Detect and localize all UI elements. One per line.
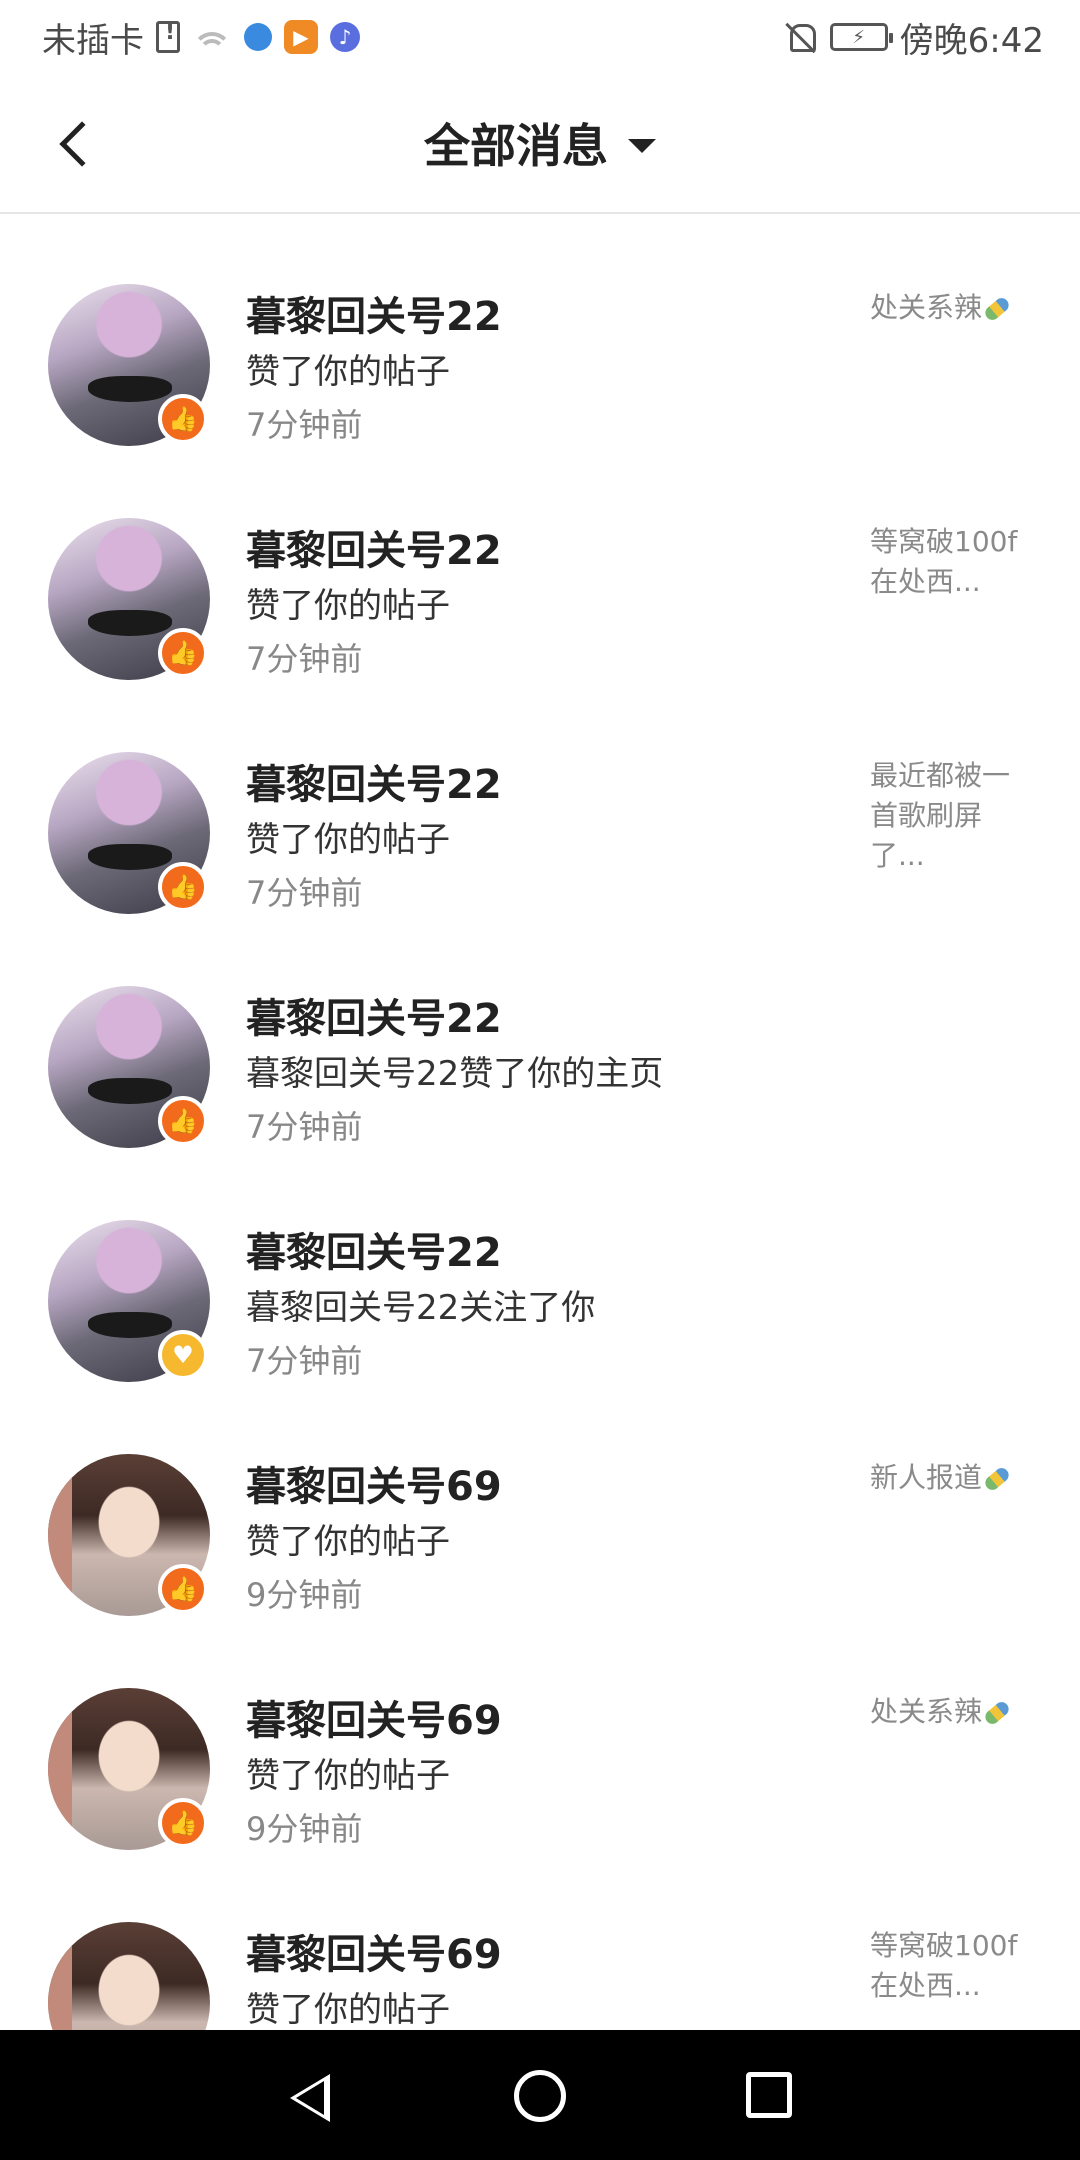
sim-alert-icon [156, 20, 180, 53]
thumbs-up-icon: 👍 [158, 394, 208, 444]
status-right: ⚡ 傍晚6:42 [784, 13, 1044, 62]
candy-icon [982, 1699, 1012, 1727]
circle-home-icon[interactable] [514, 2070, 566, 2122]
music-notification-icon: ♪ [330, 22, 360, 52]
referenced-post-preview[interactable]: 等窝破100f在处西... [870, 1926, 1030, 2006]
message-action-text: 赞了你的帖子 [246, 1522, 450, 1562]
message-sender-name[interactable]: 暮黎回关号22 [246, 986, 502, 1044]
triangle-back-icon[interactable] [290, 2074, 330, 2122]
back-button[interactable] [46, 112, 106, 176]
message-sender-name[interactable]: 暮黎回关号69 [246, 1454, 502, 1512]
battery-charging-icon: ⚡ [829, 23, 893, 51]
message-item[interactable]: 👍 暮黎回关号69 赞了你的帖子 9分钟前 新人报道 [0, 1386, 1080, 1620]
referenced-post-preview[interactable]: 处关系辣 [870, 288, 1030, 328]
message-action-text: 赞了你的帖子 [246, 1756, 450, 1796]
referenced-post-preview[interactable]: 处关系辣 [870, 1692, 1030, 1732]
message-action-text: 赞了你的帖子 [246, 820, 450, 860]
message-action-text: 暮黎回关号22赞了你的主页 [246, 1054, 664, 1094]
thumbs-up-icon: 👍 [158, 862, 208, 912]
message-timestamp: 7分钟前 [246, 1342, 363, 1380]
wifi-icon [192, 22, 232, 52]
message-item[interactable]: 👍 暮黎回关号22 暮黎回关号22赞了你的主页 7分钟前 [0, 918, 1080, 1152]
candy-icon [982, 1465, 1012, 1493]
message-sender-name[interactable]: 暮黎回关号69 [246, 1688, 502, 1746]
message-timestamp: 7分钟前 [246, 874, 363, 912]
message-item[interactable]: 👍 暮黎回关号69 赞了你的帖子 9分钟前 处关系辣 [0, 1620, 1080, 1854]
chevron-left-icon [59, 121, 105, 167]
referenced-post-preview[interactable]: 新人报道 [870, 1458, 1030, 1498]
message-item[interactable]: 👍暮黎回关号69赞了你的帖子等窝破100f在处西... [0, 1854, 1080, 2030]
message-item[interactable]: 👍 暮黎回关号22 赞了你的帖子 7分钟前 处关系辣 [0, 216, 1080, 450]
message-sender-name[interactable]: 暮黎回关号22 [246, 752, 502, 810]
referenced-post-text: 新人报道 [870, 1461, 983, 1494]
page-title: 全部消息 [424, 119, 608, 173]
referenced-post-text: 处关系辣 [870, 1695, 983, 1728]
thumbs-up-icon: 👍 [158, 1798, 208, 1848]
message-action-text: 赞了你的帖子 [246, 586, 450, 626]
message-sender-name[interactable]: 暮黎回关号22 [246, 1220, 502, 1278]
avatar[interactable] [48, 1922, 210, 2030]
system-nav-bar [0, 2030, 1080, 2160]
message-list: 👍 暮黎回关号22 赞了你的帖子 7分钟前 处关系辣 👍 暮黎回关号22 赞了你的帖子 7分钟前… [0, 216, 1080, 2030]
message-filter-dropdown[interactable]: 全部消息 [424, 110, 656, 176]
message-sender-name[interactable]: 暮黎回关号22 [246, 518, 502, 576]
thumbs-up-icon: 👍 [158, 1096, 208, 1146]
status-left: 未插卡 ▶ ♪ [42, 13, 360, 62]
status-bar: 未插卡 ▶ ♪ ⚡ 傍晚6:42 [0, 0, 1080, 74]
heart-icon: ♥ [158, 1330, 208, 1380]
message-timestamp: 9分钟前 [246, 1810, 363, 1848]
clock: 傍晚6:42 [899, 20, 1044, 61]
message-item[interactable]: ♥ 暮黎回关号22 暮黎回关号22关注了你 7分钟前 [0, 1152, 1080, 1386]
message-action-text: 赞了你的帖子 [246, 1990, 450, 2030]
app-header: 全部消息 [0, 74, 1080, 214]
message-item[interactable]: 👍 暮黎回关号22 赞了你的帖子 7分钟前 等窝破100f在处西... [0, 450, 1080, 684]
referenced-post-preview[interactable]: 最近都被一首歌刷屏了... [870, 756, 1030, 876]
message-action-text: 暮黎回关号22关注了你 [246, 1288, 596, 1328]
caret-down-icon [628, 139, 656, 153]
referenced-post-text: 最近都被一首歌刷屏了... [870, 759, 1011, 872]
referenced-post-text: 等窝破100f在处西... [870, 1929, 1018, 2002]
message-timestamp: 9分钟前 [246, 1576, 363, 1614]
square-recents-icon[interactable] [746, 2072, 792, 2118]
video-notification-icon: ▶ [284, 20, 318, 54]
referenced-post-text: 等窝破100f在处西... [870, 525, 1018, 598]
browser-notification-icon [244, 23, 272, 51]
candy-icon [982, 295, 1012, 323]
bell-off-icon [784, 20, 818, 54]
thumbs-up-icon: 👍 [158, 628, 208, 678]
message-timestamp: 7分钟前 [246, 1108, 363, 1146]
thumbs-up-icon: 👍 [158, 1564, 208, 1614]
message-sender-name[interactable]: 暮黎回关号22 [246, 284, 502, 342]
message-timestamp: 7分钟前 [246, 640, 363, 678]
message-timestamp: 7分钟前 [246, 406, 363, 444]
message-action-text: 赞了你的帖子 [246, 352, 450, 392]
message-item[interactable]: 👍 暮黎回关号22 赞了你的帖子 7分钟前 最近都被一首歌刷屏了... [0, 684, 1080, 918]
carrier-text: 未插卡 [42, 20, 144, 61]
referenced-post-preview[interactable]: 等窝破100f在处西... [870, 522, 1030, 602]
referenced-post-text: 处关系辣 [870, 291, 983, 324]
message-sender-name[interactable]: 暮黎回关号69 [246, 1922, 502, 1980]
